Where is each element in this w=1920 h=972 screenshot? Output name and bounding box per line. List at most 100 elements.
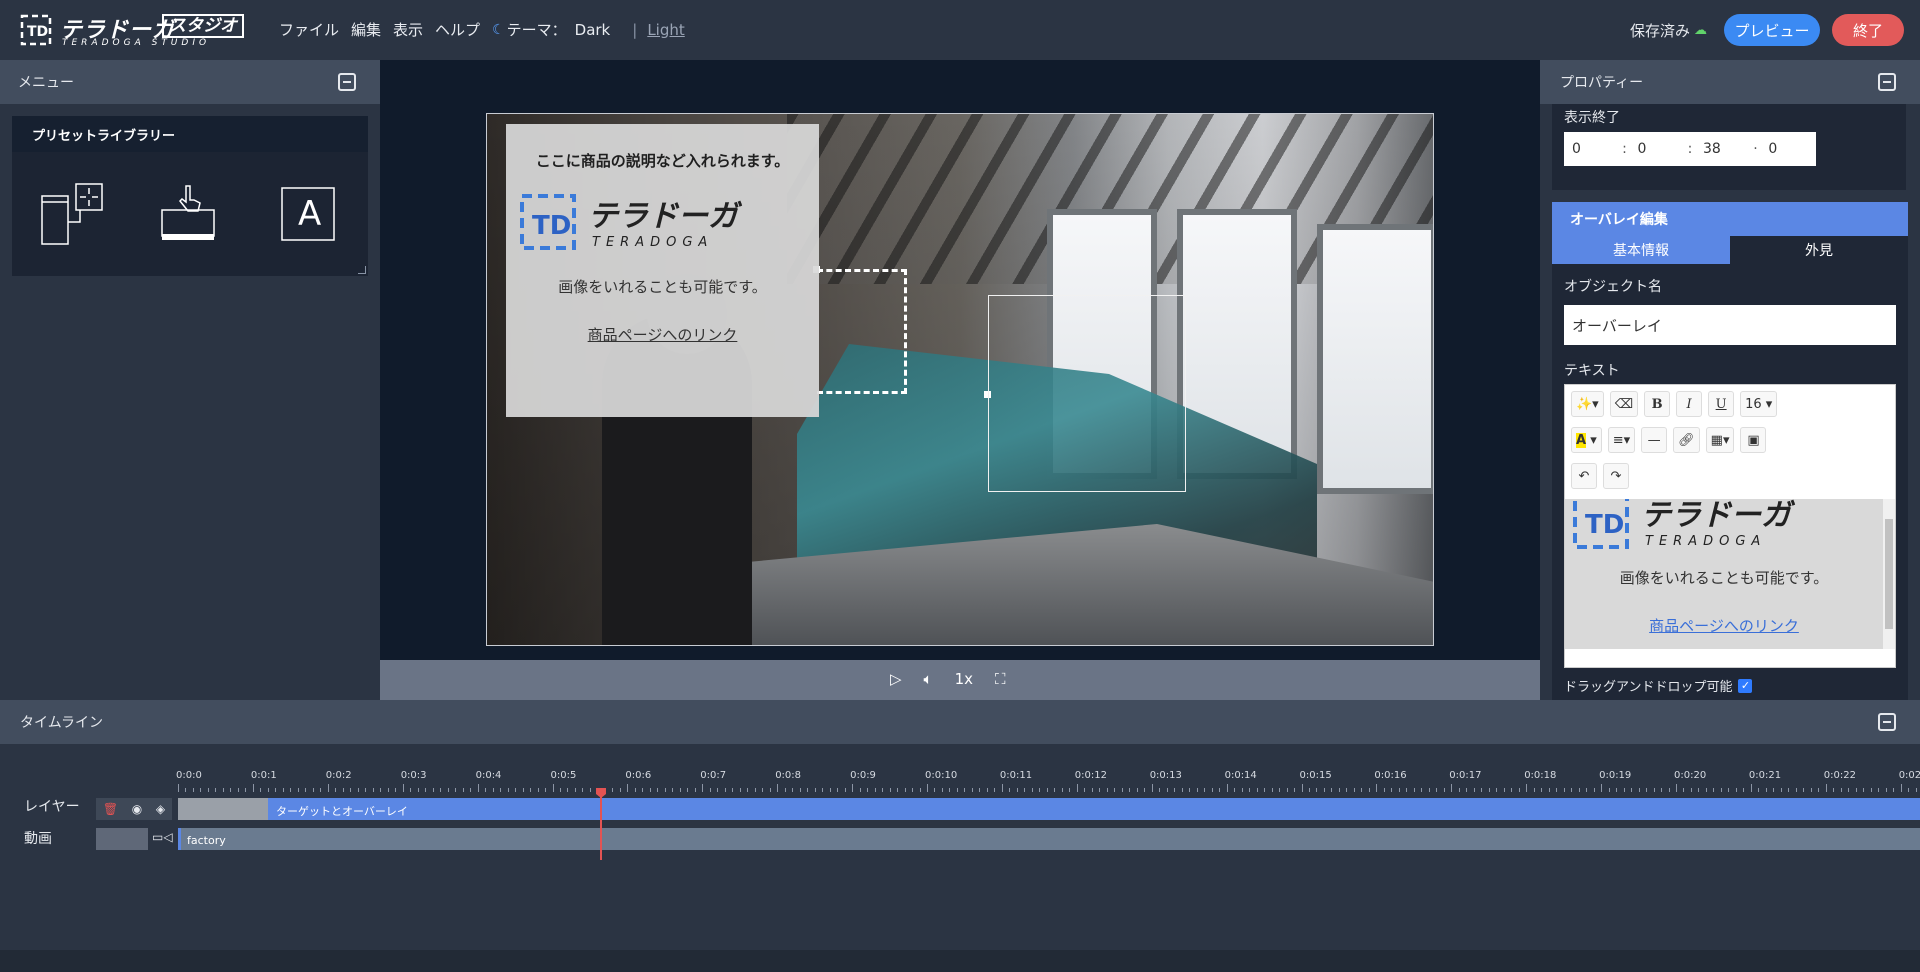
tick-line: [1825, 784, 1827, 792]
tick-line: [1151, 784, 1153, 792]
tick-minor: [664, 788, 666, 792]
tick-minor: [1391, 788, 1393, 792]
highlight-color-button[interactable]: A ▾: [1571, 427, 1602, 453]
tick-minor: [1054, 788, 1056, 792]
horizontal-rule-icon[interactable]: —: [1641, 427, 1668, 453]
tick-label: 0:0:11: [999, 770, 1033, 781]
timeline-title: タイムライン: [20, 715, 104, 731]
text-label: テキスト: [1564, 363, 1620, 379]
italic-button[interactable]: I: [1676, 391, 1703, 417]
menu-help[interactable]: ヘルプ: [435, 19, 480, 40]
tick-label: 0:0:10: [925, 770, 958, 781]
tick-minor: [545, 788, 546, 792]
drag-drop-checkbox[interactable]: ✓: [1738, 678, 1753, 693]
fullscreen-icon[interactable]: ⛶: [995, 670, 1006, 688]
align-button[interactable]: ≡▾: [1607, 427, 1636, 453]
layers-icon[interactable]: ◈: [156, 802, 165, 816]
video-track-clip[interactable]: factory: [178, 828, 1920, 850]
end-seconds[interactable]: 38: [1695, 141, 1751, 157]
overlay-link[interactable]: 商品ページへのリンク: [506, 324, 819, 345]
theme-light-option[interactable]: Light: [647, 21, 684, 39]
play-icon[interactable]: ▷: [890, 670, 902, 688]
menu-panel: メニュー プリセットライブラリー A: [0, 60, 380, 700]
theme-dark-option[interactable]: Dark: [575, 21, 611, 39]
tick-minor: [559, 788, 561, 792]
tick-minor: [305, 788, 307, 792]
end-frames[interactable]: 0: [1760, 141, 1816, 157]
menu-edit[interactable]: 編集: [351, 19, 381, 40]
editor-scroll-thumb[interactable]: [1885, 519, 1893, 629]
tick-minor: [1061, 788, 1063, 792]
tick-minor: [1735, 788, 1737, 792]
bold-button[interactable]: B: [1644, 391, 1671, 417]
tick-minor: [1368, 788, 1370, 792]
tick-minor: [1241, 788, 1243, 792]
trash-icon[interactable]: 🗑︎: [103, 802, 118, 816]
tick-minor: [919, 788, 921, 792]
timeline-ruler[interactable]: 0:0:0 0:0:1 0:0:2 0:0:3 0:0:4 0:0:5 0:0:6 0:0:7…: [176, 770, 1920, 792]
tick-minor: [1690, 788, 1692, 792]
tick-minor: [485, 788, 487, 792]
table-icon[interactable]: ▦▾: [1705, 427, 1735, 453]
tick-minor: [1069, 788, 1071, 792]
app-logo: TD テラドーガ スタジオ TERADOGA STUDIO: [20, 12, 250, 48]
collapse-menu-button[interactable]: [338, 73, 356, 91]
link-icon[interactable]: 🔗︎: [1673, 427, 1700, 453]
object-name-input[interactable]: オーバーレイ: [1564, 305, 1896, 345]
font-size-select[interactable]: 16 ▾: [1740, 391, 1778, 417]
redo-icon[interactable]: ↷: [1603, 463, 1629, 489]
editor-toolbar-row-1: ✨▾ ⌫ B I U 16 ▾: [1571, 391, 1778, 417]
eye-icon[interactable]: ◉: [132, 802, 142, 816]
tick-minor: [215, 788, 217, 792]
editor-scrollbar[interactable]: [1883, 499, 1895, 649]
properties-title: プロパティー: [1560, 75, 1644, 91]
tab-appearance[interactable]: 外見: [1730, 236, 1908, 264]
rich-text-editor: ✨▾ ⌫ B I U 16 ▾ A ▾ ≡▾ — 🔗︎ ▦▾ ▣ ↶ ↷ TD …: [1564, 384, 1896, 668]
end-hours[interactable]: 0: [1564, 141, 1620, 157]
cloud-check-icon: ☁: [1694, 23, 1708, 38]
tick-minor: [694, 788, 696, 792]
tick-minor: [185, 788, 187, 792]
overlay-edit-tabs: 基本情報 外見: [1552, 236, 1908, 264]
tick-minor: [986, 788, 988, 792]
tick-minor: [717, 788, 719, 792]
tick-label: 0:0:8: [775, 770, 802, 781]
layer-track-clip[interactable]: ターゲットとオーバーレイ: [178, 798, 1920, 820]
tick-minor: [889, 788, 891, 792]
collapse-timeline-button[interactable]: [1878, 713, 1896, 731]
menu-file[interactable]: ファイル: [279, 19, 339, 40]
overlay-card[interactable]: ここに商品の説明など入れられます。 TD テラドーガ TERADOGA 画像をい…: [506, 124, 819, 417]
video-frame[interactable]: ここに商品の説明など入れられます。 TD テラドーガ TERADOGA 画像をい…: [486, 113, 1434, 646]
volume-icon[interactable]: 🔈︎: [924, 670, 933, 688]
playhead[interactable]: [600, 788, 602, 860]
preset-text[interactable]: A: [274, 182, 338, 246]
font-size-value: 16: [1745, 396, 1762, 412]
eraser-icon[interactable]: ⌫: [1609, 391, 1639, 417]
timeline-panel: タイムライン 0:0:0 0:0:1 0:0:2 0:0:3 0:0:4 0:0:5 0:0…: [0, 700, 1920, 950]
editor-content[interactable]: TD テラドーガ TERADOGA 画像をいれることも可能です。 商品ページへの…: [1565, 499, 1883, 649]
tick-minor: [1121, 788, 1123, 792]
preset-click-button[interactable]: [158, 182, 222, 246]
image-icon[interactable]: ▣: [1740, 427, 1767, 453]
exit-button[interactable]: 終了: [1832, 14, 1904, 46]
collapse-properties-button[interactable]: [1878, 73, 1896, 91]
end-minutes[interactable]: 0: [1629, 141, 1685, 157]
properties-panel: プロパティー 表示終了 0 : 0 : 38 · 0 オーバレイ編集 基本情報 …: [1540, 60, 1920, 700]
tick-minor: [1668, 788, 1670, 792]
tick-label: 0:0:20: [1674, 770, 1707, 781]
resize-grip[interactable]: [358, 266, 366, 274]
undo-icon[interactable]: ↶: [1571, 463, 1597, 489]
target-box[interactable]: [988, 295, 1186, 492]
underline-button[interactable]: U: [1708, 391, 1735, 417]
magic-wand-icon[interactable]: ✨▾: [1571, 391, 1604, 417]
tab-basic-info[interactable]: 基本情報: [1552, 236, 1730, 264]
tick-label: 0:0:0: [176, 770, 202, 781]
speed-button[interactable]: 1x: [955, 670, 973, 688]
video-camera-icon[interactable]: ▭◁: [152, 830, 173, 844]
tick-minor: [1219, 788, 1221, 792]
menu-view[interactable]: 表示: [393, 19, 423, 40]
preset-target-overlay[interactable]: [40, 182, 104, 246]
editor-link[interactable]: 商品ページへのリンク: [1565, 615, 1883, 636]
preview-button[interactable]: プレビュー: [1724, 14, 1820, 46]
preview-stage: ここに商品の説明など入れられます。 TD テラドーガ TERADOGA 画像をい…: [380, 60, 1540, 700]
